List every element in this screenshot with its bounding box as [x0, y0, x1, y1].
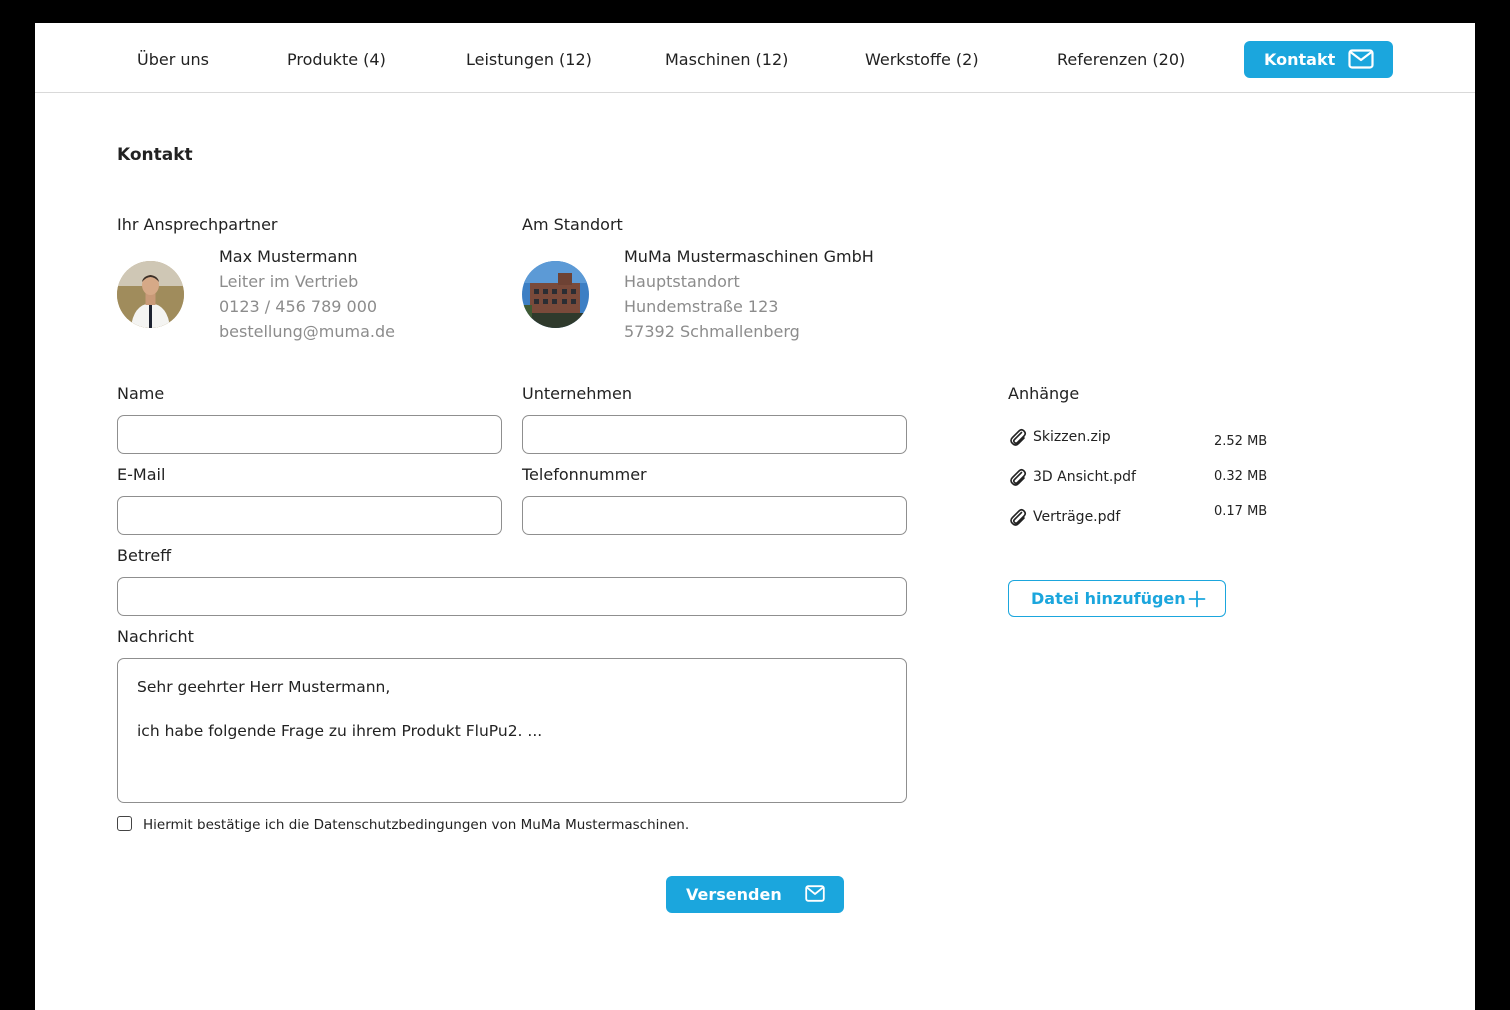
- send-button-label: Versenden: [686, 885, 782, 904]
- subject-input[interactable]: [117, 577, 907, 616]
- phone-input[interactable]: [522, 496, 907, 535]
- consent-label: Hiermit bestätige ich die Datenschutzbed…: [143, 817, 690, 833]
- location-photo: [522, 261, 589, 328]
- company-label: Unternehmen: [522, 384, 632, 403]
- nav-kontakt-button[interactable]: Kontakt: [1244, 41, 1393, 78]
- nav-item-referenzen[interactable]: Referenzen (20): [1057, 49, 1185, 71]
- contact-person-avatar: [117, 261, 184, 328]
- location-city: 57392 Schmallenberg: [624, 322, 800, 341]
- location-site: Hauptstandort: [624, 272, 740, 291]
- message-line-1: Sehr geehrter Herr Mustermann,: [137, 678, 391, 696]
- nav-item-leistungen[interactable]: Leistungen (12): [466, 49, 592, 71]
- add-file-label: Datei hinzufügen: [1031, 589, 1186, 608]
- nav-item-maschinen[interactable]: Maschinen (12): [665, 49, 788, 71]
- attachment-size: 0.17 MB: [1214, 504, 1268, 519]
- email-label: E-Mail: [117, 465, 166, 484]
- attachment-name[interactable]: Verträge.pdf: [1033, 507, 1120, 527]
- company-input[interactable]: [522, 415, 907, 454]
- paperclip-icon: [1010, 468, 1027, 486]
- envelope-icon: [805, 885, 825, 902]
- message-label: Nachricht: [117, 627, 194, 646]
- attachment-name[interactable]: 3D Ansicht.pdf: [1033, 467, 1136, 487]
- attachment-name[interactable]: Skizzen.zip: [1033, 427, 1111, 447]
- nav-item-produkte[interactable]: Produkte (4): [287, 49, 386, 71]
- nav-item-ueber-uns[interactable]: Über uns: [137, 49, 209, 71]
- top-navigation: Über uns Produkte (4) Leistungen (12) Ma…: [35, 23, 1475, 93]
- plus-icon: [1188, 590, 1206, 608]
- page-title: Kontakt: [117, 145, 193, 165]
- subject-label: Betreff: [117, 546, 172, 565]
- contact-person-phone[interactable]: 0123 / 456 789 000: [219, 296, 377, 318]
- location-company: MuMa Mustermaschinen GmbH: [624, 247, 874, 266]
- paperclip-icon: [1010, 508, 1027, 526]
- consent-checkbox[interactable]: [117, 816, 132, 831]
- attachment-size: 0.32 MB: [1214, 469, 1268, 484]
- contact-person-role: Leiter im Vertrieb: [219, 272, 359, 291]
- contact-person-name: Max Mustermann: [219, 247, 358, 266]
- attachment-size: 2.52 MB: [1214, 434, 1268, 449]
- contact-person-heading: Ihr Ansprechpartner: [117, 215, 278, 234]
- nav-kontakt-label: Kontakt: [1264, 50, 1336, 69]
- paperclip-icon: [1010, 428, 1027, 446]
- attachments-heading: Anhänge: [1008, 384, 1080, 403]
- message-textarea[interactable]: Sehr geehrter Herr Mustermann, ich habe …: [117, 658, 907, 803]
- location-heading: Am Standort: [522, 215, 623, 234]
- name-input[interactable]: [117, 415, 502, 454]
- send-button[interactable]: Versenden: [666, 876, 844, 913]
- location-street: Hundemstraße 123: [624, 297, 779, 316]
- contact-person-email[interactable]: bestellung@muma.de: [219, 321, 395, 343]
- message-line-2: ich habe folgende Frage zu ihrem Produkt…: [137, 722, 543, 740]
- name-label: Name: [117, 384, 165, 403]
- envelope-icon: [1348, 49, 1374, 69]
- email-input[interactable]: [117, 496, 502, 535]
- add-file-button[interactable]: Datei hinzufügen: [1008, 580, 1226, 617]
- phone-label: Telefonnummer: [522, 465, 647, 484]
- nav-item-werkstoffe[interactable]: Werkstoffe (2): [865, 49, 979, 71]
- page: Über uns Produkte (4) Leistungen (12) Ma…: [35, 23, 1475, 1010]
